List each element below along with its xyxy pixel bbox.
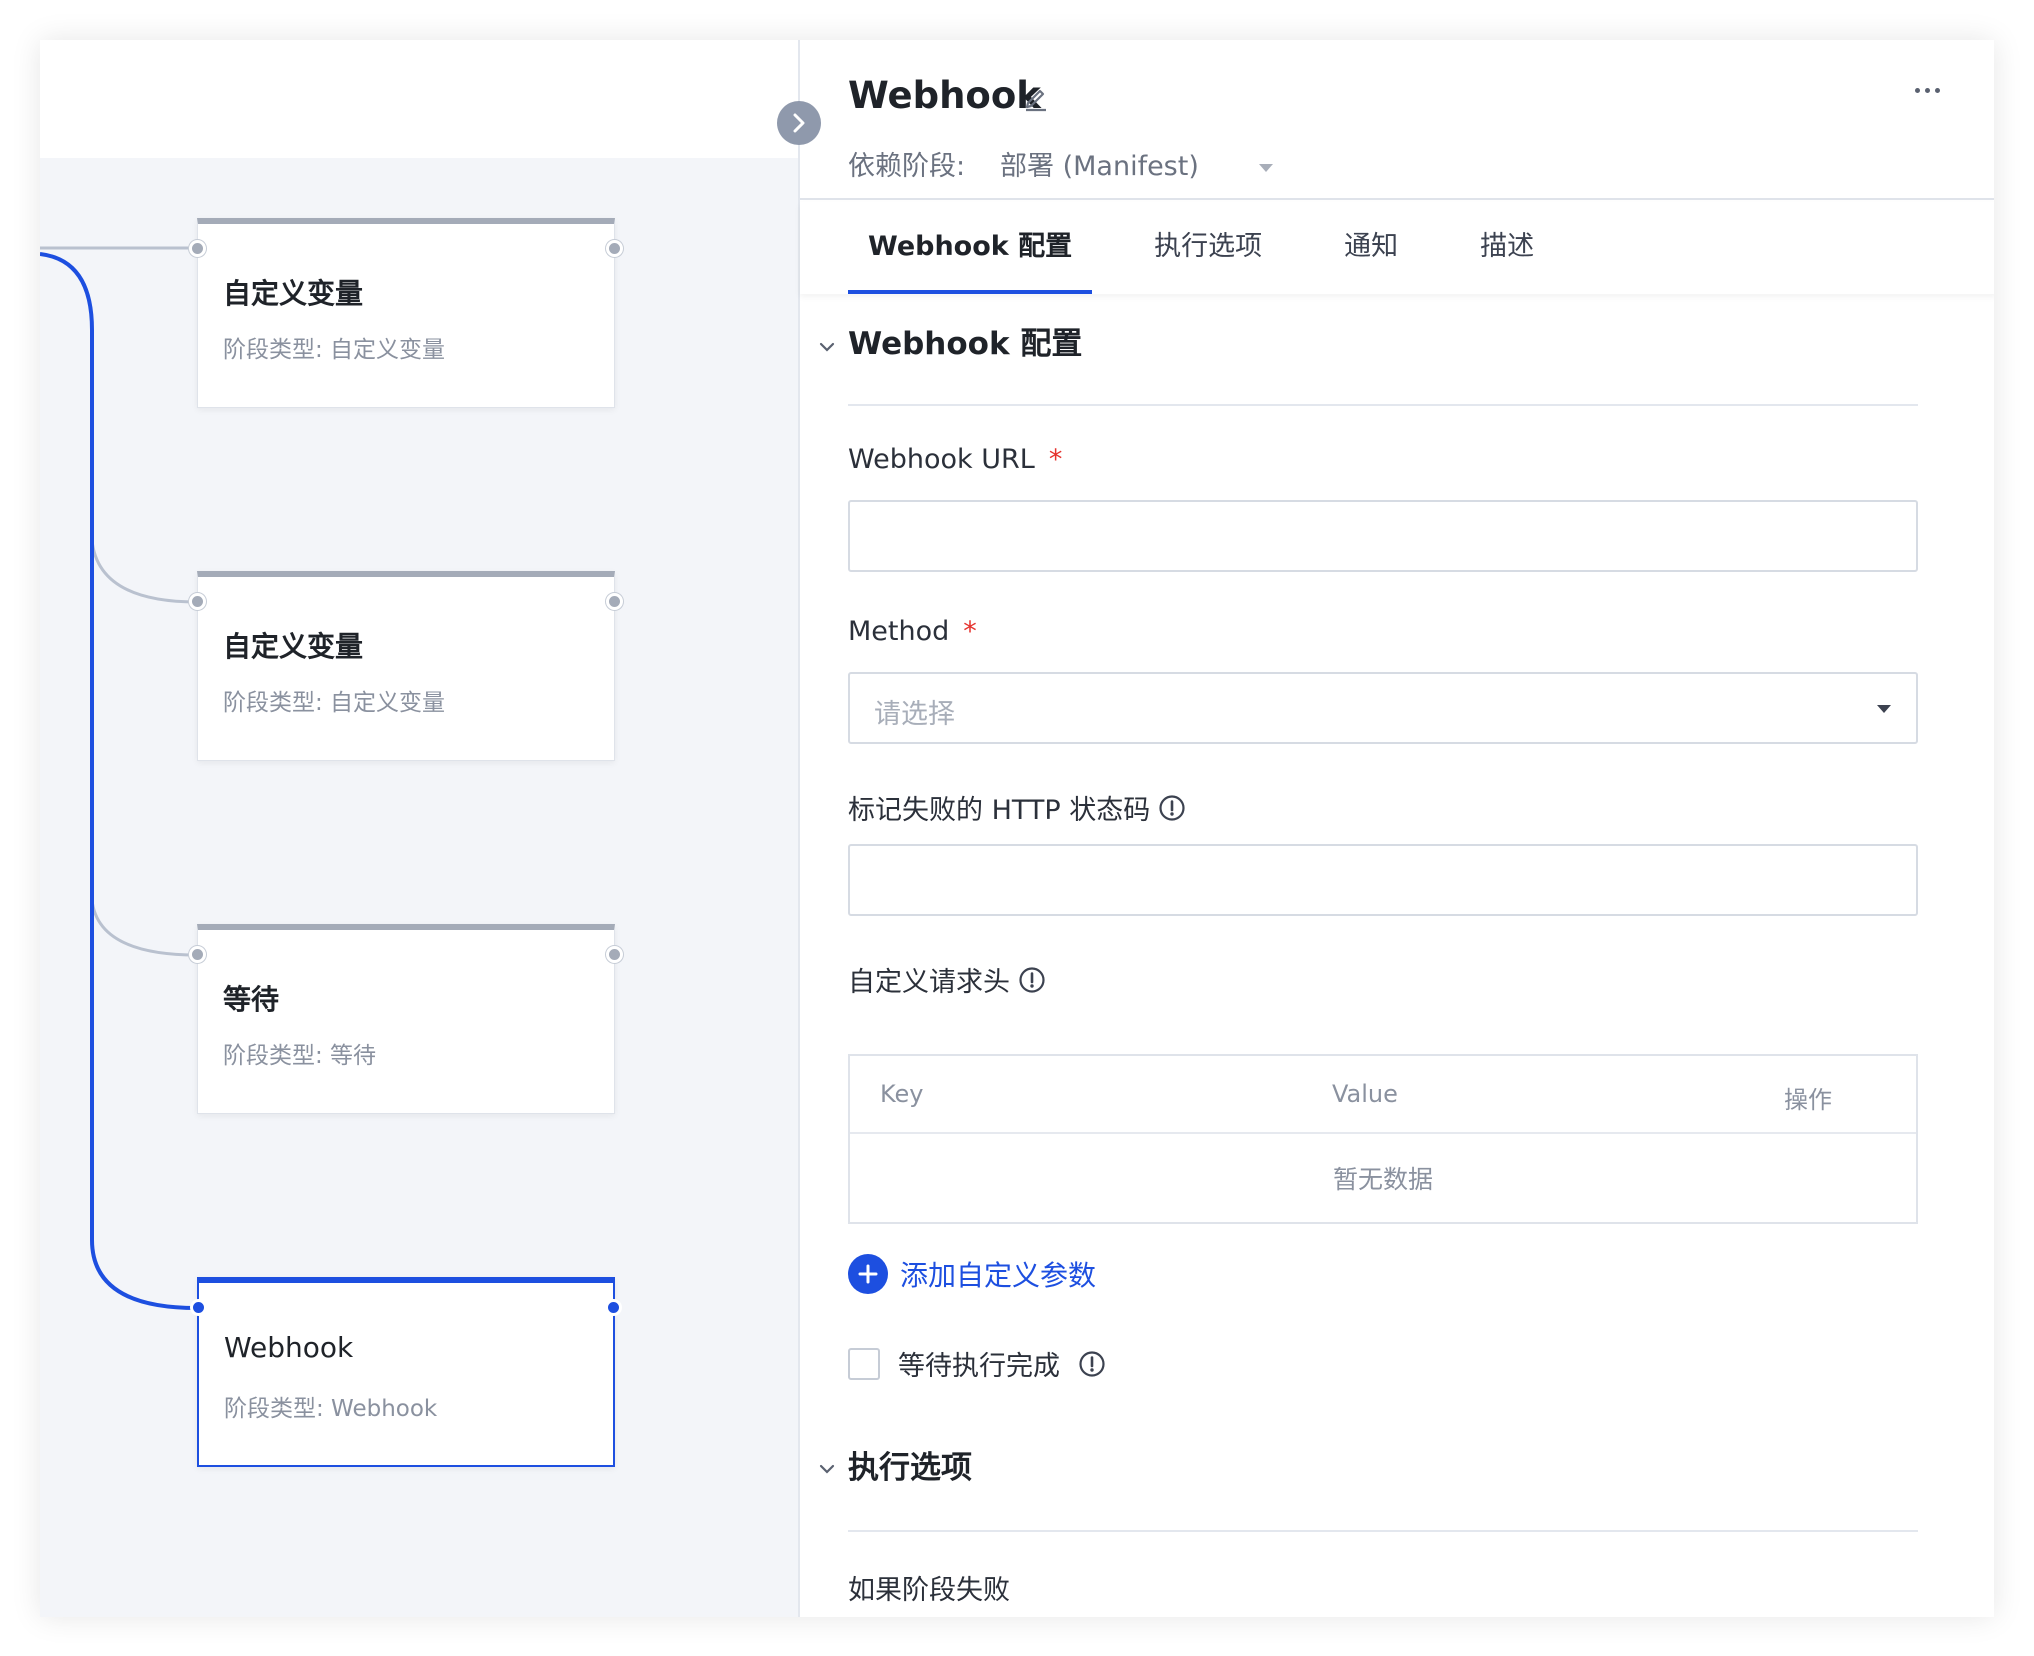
output-port[interactable] xyxy=(606,946,623,963)
caret-down-icon xyxy=(1877,705,1891,713)
chevron-down-icon xyxy=(819,1464,835,1474)
stage-node-webhook[interactable]: Webhook 阶段类型: Webhook xyxy=(190,1277,622,1467)
input-port[interactable] xyxy=(189,946,206,963)
panel-title: Webhook xyxy=(848,74,1041,117)
section-divider xyxy=(848,404,1918,406)
method-field-label: Method * xyxy=(848,616,977,647)
connector-line-3 xyxy=(90,899,198,957)
tab-notification[interactable]: 通知 xyxy=(1324,202,1418,294)
info-circle-icon[interactable] xyxy=(1158,794,1186,822)
stage-node-type: 阶段类型: 等待 xyxy=(223,1043,377,1069)
required-mark: * xyxy=(963,616,977,647)
stage-node-name: 等待 xyxy=(223,983,280,1016)
section-divider xyxy=(848,1530,1918,1532)
output-port[interactable] xyxy=(606,593,623,610)
chevron-down-icon xyxy=(819,342,835,352)
method-label-text: Method xyxy=(848,616,950,647)
collapse-panel-button[interactable] xyxy=(777,101,821,145)
stage-node-type: 阶段类型: Webhook xyxy=(224,1396,438,1422)
empty-state-text: 暂无数据 xyxy=(1332,1165,1433,1194)
stage-node-name: 自定义变量 xyxy=(223,277,364,310)
input-port[interactable] xyxy=(189,240,206,257)
url-label-text: Webhook URL xyxy=(848,444,1035,475)
wait-completion-row: 等待执行完成 xyxy=(848,1344,1106,1383)
pencil-icon[interactable] xyxy=(1022,84,1050,116)
input-port[interactable] xyxy=(190,1299,207,1316)
caret-down-icon[interactable] xyxy=(1258,158,1274,177)
add-param-label: 添加自定义参数 xyxy=(900,1259,1097,1292)
wait-completion-label[interactable]: 等待执行完成 xyxy=(898,1344,1060,1383)
stage-node-type: 阶段类型: 自定义变量 xyxy=(223,337,446,363)
stage-node-type: 阶段类型: 自定义变量 xyxy=(223,690,446,716)
method-placeholder: 请选择 xyxy=(874,699,955,730)
output-port[interactable] xyxy=(606,240,623,257)
more-horizontal-icon[interactable] xyxy=(1915,88,1940,93)
column-action: 操作 xyxy=(1784,1086,1832,1114)
tab-exec-options[interactable]: 执行选项 xyxy=(1134,202,1282,294)
fail-codes-input[interactable] xyxy=(848,844,1918,916)
stage-node-name: Webhook xyxy=(224,1331,354,1364)
webhook-url-input[interactable] xyxy=(848,500,1918,572)
url-field-label: Webhook URL * xyxy=(848,444,1062,475)
output-port[interactable] xyxy=(605,1299,622,1316)
fail-codes-label-text: 标记失败的 HTTP 状态码 xyxy=(848,795,1151,826)
plus-circle-icon xyxy=(848,1254,888,1294)
method-select[interactable]: 请选择 xyxy=(848,672,1918,744)
table-header: Key Value 操作 xyxy=(850,1056,1916,1134)
column-value: Value xyxy=(1332,1080,1398,1108)
tab-bar: Webhook 配置 执行选项 通知 描述 xyxy=(800,202,1994,294)
dependency-label: 依赖阶段: xyxy=(848,151,966,182)
section-title: Webhook 配置 xyxy=(848,326,1083,362)
headers-label-text: 自定义请求头 xyxy=(848,967,1010,998)
required-mark: * xyxy=(1048,444,1063,475)
connector-line-2 xyxy=(90,539,198,604)
stage-node-wait[interactable]: 等待 阶段类型: 等待 xyxy=(189,924,623,1114)
add-custom-param-button[interactable]: 添加自定义参数 xyxy=(848,1254,1096,1294)
wait-completion-checkbox[interactable] xyxy=(848,1347,880,1380)
info-circle-icon[interactable] xyxy=(1018,966,1046,994)
app-frame: 自定义变量 阶段类型: 自定义变量 自定义变量 阶段类型: 自定义变量 等待 阶… xyxy=(40,40,1994,1617)
dependency-select[interactable]: 部署 (Manifest) xyxy=(1000,144,1199,183)
chevron-right-icon xyxy=(793,113,805,133)
headers-field-label: 自定义请求头 xyxy=(848,960,1046,999)
stage-config-panel: Webhook 依赖阶段: 部署 (Manifest) Webhook 配置 执… xyxy=(798,40,1994,1617)
fail-codes-field-label: 标记失败的 HTTP 状态码 xyxy=(848,788,1186,827)
connector-line-active xyxy=(40,252,198,1310)
if-fail-label: 如果阶段失败 xyxy=(848,1575,1010,1606)
column-key: Key xyxy=(880,1080,924,1108)
stage-node-custom-var-1[interactable]: 自定义变量 阶段类型: 自定义变量 xyxy=(189,218,623,408)
panel-header: Webhook 依赖阶段: 部署 (Manifest) xyxy=(800,40,1994,200)
custom-headers-table: Key Value 操作 暂无数据 xyxy=(848,1054,1918,1224)
input-port[interactable] xyxy=(189,593,206,610)
tab-webhook-config[interactable]: Webhook 配置 xyxy=(848,202,1093,294)
stage-node-name: 自定义变量 xyxy=(223,630,364,663)
section-title: 执行选项 xyxy=(848,1450,972,1486)
info-circle-icon[interactable] xyxy=(1078,1350,1106,1378)
tab-description[interactable]: 描述 xyxy=(1460,202,1554,294)
stage-node-custom-var-2[interactable]: 自定义变量 阶段类型: 自定义变量 xyxy=(189,571,623,761)
